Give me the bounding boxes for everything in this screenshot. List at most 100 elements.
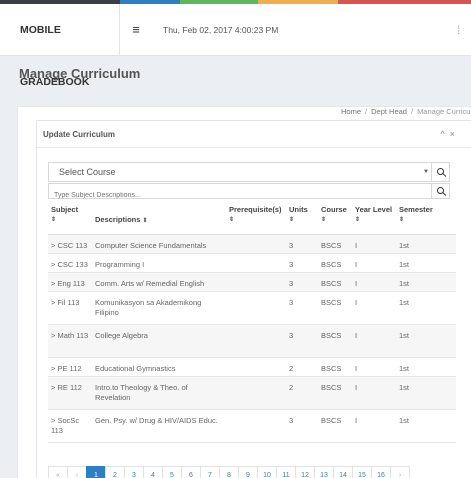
year-level-cell: I — [352, 272, 396, 292]
year-level-cell: I — [352, 253, 396, 273]
page-button[interactable]: 4 — [143, 466, 163, 478]
page-button[interactable]: 5 — [162, 466, 182, 478]
units-cell: 3 — [286, 291, 318, 325]
page-button[interactable]: 11 — [276, 466, 296, 478]
page-button[interactable]: 16 — [371, 466, 391, 478]
page-button[interactable]: 3 — [124, 466, 144, 478]
breadcrumb-home[interactable]: Home — [341, 107, 361, 116]
page-first-button[interactable]: « — [48, 466, 68, 478]
col-prerequisites[interactable]: Prerequisite(s) ⇕ — [226, 204, 286, 235]
col-semester[interactable]: Semester ⇕ — [396, 204, 456, 235]
course-search-button[interactable] — [431, 163, 449, 181]
units-cell: 3 — [286, 272, 318, 292]
page-button[interactable]: 9 — [238, 466, 258, 478]
table-row[interactable]: > RE 112 Intro.to Theology & Theo. of Rev… — [48, 376, 456, 410]
description-cell: Intro.to Theology & Theo. of Revelation — [92, 376, 226, 410]
page-button[interactable]: 6 — [181, 466, 201, 478]
subject-cell[interactable]: > RE 112 — [48, 376, 92, 410]
table-row[interactable]: > CSC 113 Computer Science Fundamentals 3 B… — [48, 234, 456, 254]
current-datetime: Thu, Feb 02, 2017 4:00:23 PM — [163, 25, 279, 35]
breadcrumb-dept-head[interactable]: Dept Head — [371, 107, 407, 116]
user-menu-icon[interactable]: ⁞ — [457, 4, 471, 56]
table-row[interactable]: > Eng 113 Comm. Arts w/ Remedial English 3… — [48, 272, 456, 292]
course-cell: BSCS — [318, 376, 352, 410]
search-icon — [437, 168, 444, 176]
course-cell: BSCS — [318, 324, 352, 358]
semester-cell: 1st — [396, 272, 456, 292]
subject-cell[interactable]: > Math 113 — [48, 324, 92, 358]
page-button[interactable]: 7 — [200, 466, 220, 478]
course-cell: BSCS — [318, 291, 352, 325]
select-course-value: Select Course — [59, 167, 116, 177]
year-level-cell: I — [352, 291, 396, 325]
semester-cell: 1st — [396, 357, 456, 377]
page-button[interactable]: 2 — [105, 466, 125, 478]
page-title: Manage Curriculum — [19, 66, 141, 81]
semester-cell: 1st — [396, 376, 456, 410]
close-icon[interactable]: × — [450, 129, 455, 139]
subject-cell[interactable]: > CSC 133 — [48, 253, 92, 273]
semester-cell: 1st — [396, 324, 456, 358]
semester-cell: 1st — [396, 291, 456, 325]
semester-cell: 1st — [396, 409, 456, 443]
year-level-cell: I — [352, 409, 396, 443]
table-row[interactable]: > Math 113 College Algebra 3 BSCS I 1st — [48, 324, 456, 358]
col-subject[interactable]: Subject ⇕ — [48, 204, 92, 235]
prerequisite-cell — [226, 234, 286, 254]
page-button[interactable]: 15 — [352, 466, 372, 478]
prerequisite-cell — [226, 376, 286, 410]
panel-title: Update Curriculum — [43, 130, 116, 139]
semester-cell: 1st — [396, 253, 456, 273]
table-row[interactable]: > SocSc 113 Gen. Psy. w/ Drug & HIV/AIDS … — [48, 409, 456, 443]
course-cell: BSCS — [318, 357, 352, 377]
description-cell: Komunikasyon sa Akademikong Filipino — [92, 291, 226, 325]
page-button[interactable]: 14 — [333, 466, 353, 478]
page-prev-button[interactable]: ‹ — [67, 466, 87, 478]
subject-cell[interactable]: > CSC 113 — [48, 234, 92, 254]
description-cell: College Algebra — [92, 324, 226, 358]
breadcrumb-current: Manage Curriculum — [417, 107, 471, 116]
select-course-dropdown[interactable]: Select Course ▼ — [48, 162, 450, 182]
year-level-cell: I — [352, 357, 396, 377]
breadcrumb: Home/Dept Head/Manage Curriculum — [341, 107, 471, 116]
app-brand[interactable]: MOBILE GRADEBOOK — [0, 4, 120, 88]
subject-cell[interactable]: > Fil 113 — [48, 291, 92, 325]
subject-search-button[interactable] — [431, 184, 449, 198]
collapse-icon[interactable]: ^ — [441, 129, 445, 139]
year-level-cell: I — [352, 376, 396, 410]
page-next-button[interactable]: › — [390, 466, 410, 478]
subject-cell[interactable]: > SocSc 113 — [48, 409, 92, 443]
panel-tools: ^ × — [436, 121, 456, 148]
prerequisite-cell — [226, 291, 286, 325]
semester-cell: 1st — [396, 234, 456, 254]
table-row[interactable]: > CSC 133 Programming I 3 BSCS I 1st — [48, 253, 456, 273]
hamburger-menu-icon[interactable]: ≡ — [120, 4, 152, 56]
subject-cell[interactable]: > Eng 113 — [48, 272, 92, 292]
description-cell: Programming I — [92, 253, 226, 273]
year-level-cell: I — [352, 234, 396, 254]
course-cell: BSCS — [318, 409, 352, 443]
table-row[interactable]: > Fil 113 Komunikasyon sa Akademikong Fil… — [48, 291, 456, 325]
page-button[interactable]: 8 — [219, 466, 239, 478]
search-icon — [437, 187, 444, 195]
description-cell: Educational Gymnastics — [92, 357, 226, 377]
page-button[interactable]: 13 — [314, 466, 334, 478]
subject-search-input[interactable] — [49, 188, 419, 203]
col-descriptions[interactable]: Descriptions ⇕ — [92, 204, 226, 235]
prerequisite-cell — [226, 253, 286, 273]
units-cell: 3 — [286, 409, 318, 443]
page-button[interactable]: 12 — [295, 466, 315, 478]
description-cell: Comm. Arts w/ Remedial English — [92, 272, 226, 292]
units-cell: 3 — [286, 234, 318, 254]
description-cell: Gen. Psy. w/ Drug & HIV/AIDS Educ. — [92, 409, 226, 443]
panel-header: Update Curriculum ^ × — [37, 121, 471, 148]
col-units[interactable]: Units ⇕ — [286, 204, 318, 235]
top-navbar: MOBILE GRADEBOOK ≡ Thu, Feb 02, 2017 4:0… — [0, 4, 471, 88]
prerequisite-cell — [226, 272, 286, 292]
table-row[interactable]: > PE 112 Educational Gymnastics 2 BSCS I 1st — [48, 357, 456, 377]
col-course[interactable]: Course ⇕ — [318, 204, 352, 235]
page-button[interactable]: 10 — [257, 466, 277, 478]
subject-cell[interactable]: > PE 112 — [48, 357, 92, 377]
page-button[interactable]: 1 — [86, 466, 106, 478]
col-year-level[interactable]: Year Level ⇕ — [352, 204, 396, 235]
